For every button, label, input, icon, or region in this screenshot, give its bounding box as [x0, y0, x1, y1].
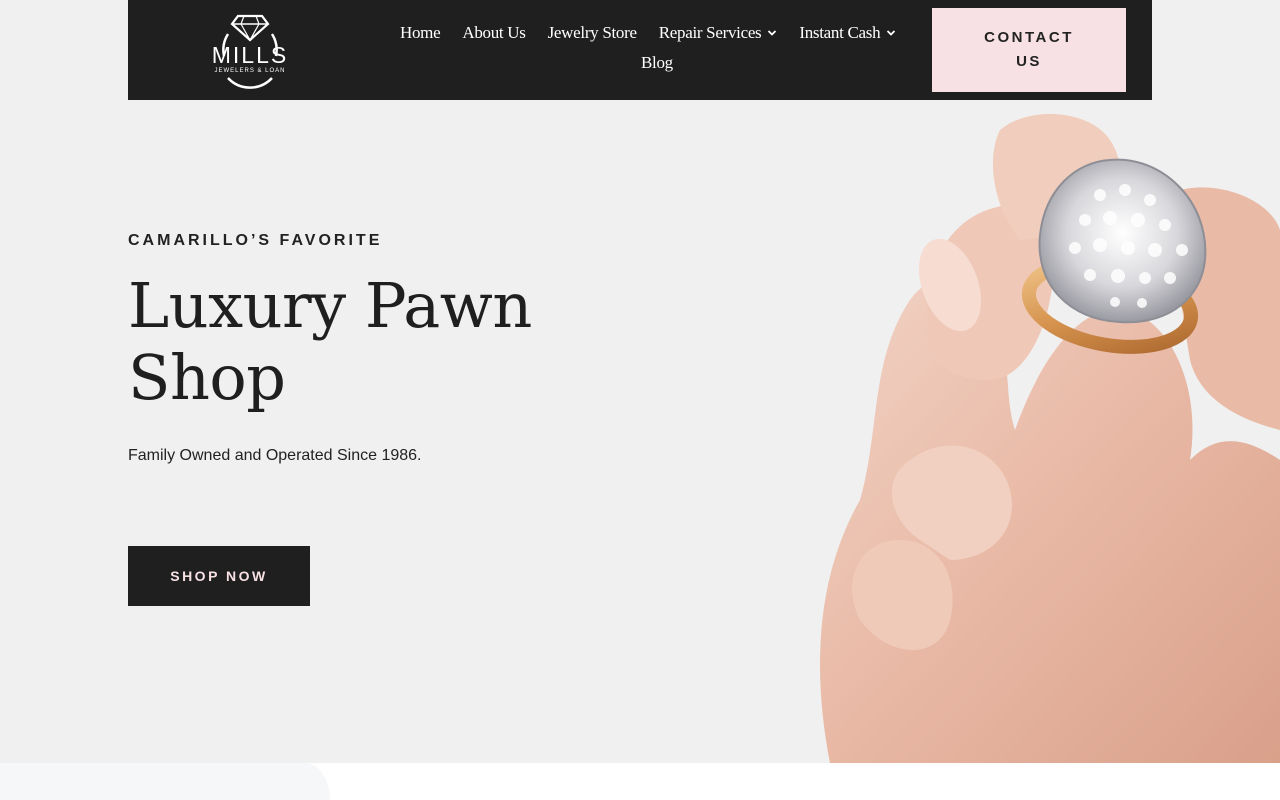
nav-item-label: About Us	[462, 23, 526, 42]
nav-item-jewelry-store[interactable]: Jewelry Store	[548, 23, 637, 43]
logo-wordmark: MILLS	[211, 42, 289, 68]
logo[interactable]: MILLS JEWELERS & LOAN	[200, 10, 300, 90]
nav-item-instant-cash[interactable]: Instant Cash	[799, 23, 896, 43]
nav-item-repair-services[interactable]: Repair Services	[659, 23, 778, 43]
nav-item-about-us[interactable]: About Us	[462, 23, 526, 43]
nav-item-home[interactable]: Home	[400, 23, 441, 43]
chevron-down-icon	[887, 30, 896, 36]
hero-subtitle: Family Owned and Operated Since 1986.	[128, 447, 422, 464]
decorative-shape	[0, 763, 330, 800]
page: MILLS JEWELERS & LOAN Home About Us Jewe…	[0, 0, 1280, 800]
nav-item-label: Repair Services	[658, 23, 762, 42]
next-section-edge	[0, 763, 1280, 800]
hero-title: Luxury Pawn Shop	[128, 269, 532, 414]
nav-item-label: Instant Cash	[799, 23, 881, 42]
chevron-down-icon	[768, 30, 777, 36]
main-nav: Home About Us Jewelry Store Repair Servi…	[400, 20, 896, 46]
site-header: MILLS JEWELERS & LOAN Home About Us Jewe…	[128, 0, 1152, 100]
nav-item-label: Jewelry Store	[547, 23, 637, 42]
logo-tagline: JEWELERS & LOAN	[214, 68, 286, 74]
nav-item-label: Home	[400, 23, 441, 42]
hand-holding-ring-image	[820, 113, 1280, 763]
contact-us-label: CONTACT US	[984, 29, 1074, 70]
main-nav-row-2: Blog	[641, 50, 673, 76]
shop-now-button[interactable]: SHOP NOW	[128, 546, 310, 606]
nav-item-blog[interactable]: Blog	[641, 53, 673, 73]
nav-item-label: Blog	[641, 53, 673, 72]
contact-us-button[interactable]: CONTACT US	[932, 8, 1126, 92]
hero-eyebrow: CAMARILLO’S FAVORITE	[128, 232, 383, 249]
